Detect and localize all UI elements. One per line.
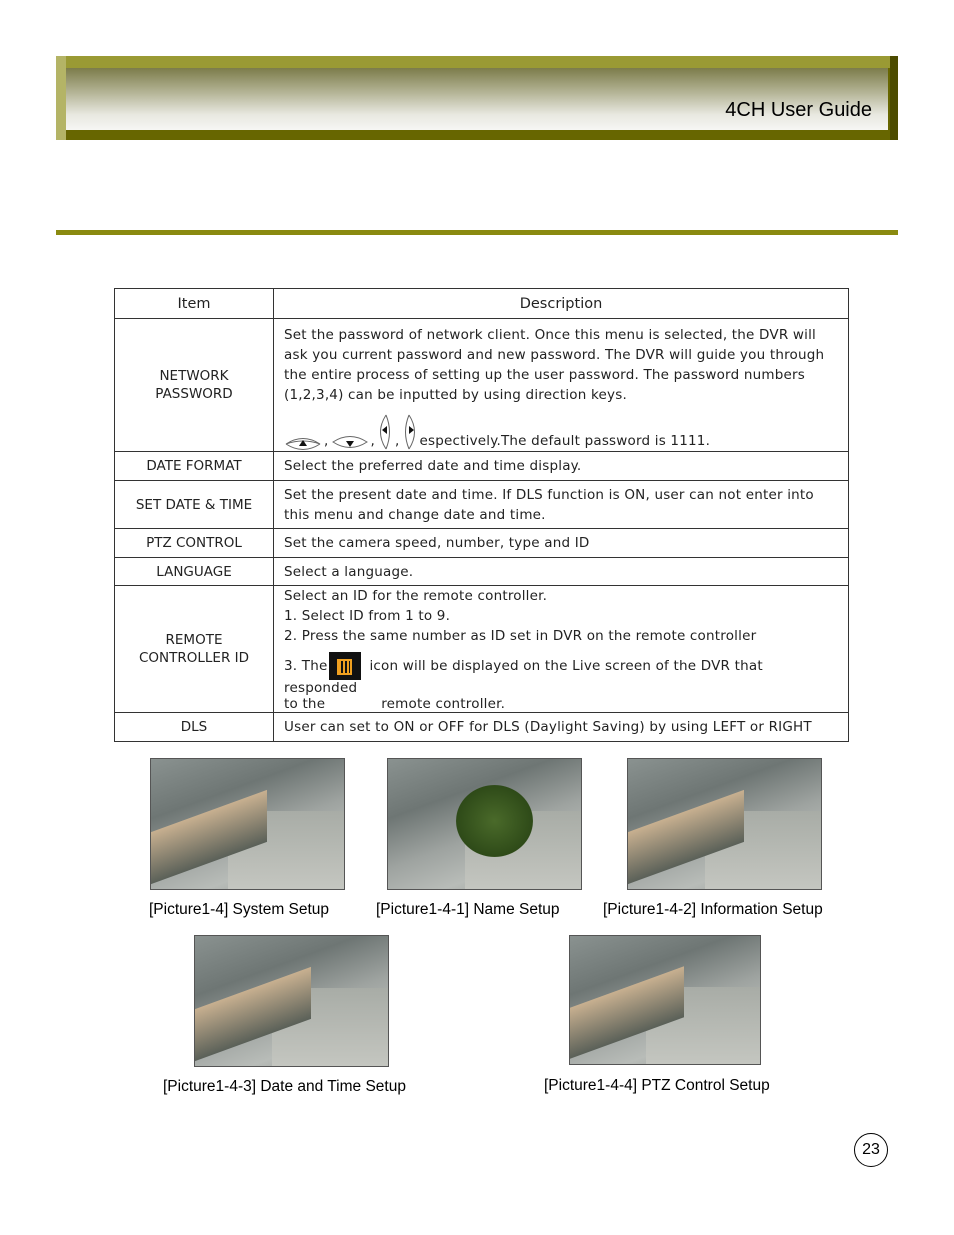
table-row: DLS User can set to ON or OFF for DLS (D… — [114, 712, 849, 742]
description-text: to the — [284, 696, 326, 712]
table-row: PTZ CONTROL Set the camera speed, number… — [114, 528, 849, 558]
table-row: REMOTE CONTROLLER ID Select an ID for the… — [114, 585, 849, 713]
item-label: DLS — [114, 712, 274, 742]
item-label: NETWORK — [159, 368, 229, 384]
column-header-description: Description — [273, 288, 849, 319]
description-text: 3. The — [284, 658, 328, 674]
figure-caption: [Picture1-4-3] Date and Time Setup — [163, 1078, 406, 1095]
item-label: CONTROLLER ID — [138, 650, 250, 666]
up-arrow-key-icon — [285, 438, 321, 450]
figure-caption: [Picture1-4-2] Information Setup — [603, 901, 823, 918]
date-time-setup-screenshot — [194, 935, 389, 1067]
description-text: Set the present date and time. If DLS fu… — [273, 480, 849, 529]
table-row: DATE FORMAT Select the preferred date an… — [114, 451, 849, 481]
header-banner: 4CH User Guide — [56, 56, 898, 140]
settings-table: Item Description NETWORK PASSWORD Set the… — [114, 288, 849, 742]
description-text: Set the password of network client. Once… — [284, 327, 825, 403]
guide-title: 4CH User Guide — [725, 99, 872, 121]
description-text: 1. Select ID from 1 to 9. — [284, 608, 451, 624]
page-number: 23 — [854, 1133, 888, 1167]
item-label: PASSWORD — [155, 386, 233, 402]
description-text: 2. Press the same number as ID set in DV… — [284, 628, 757, 644]
table-row: SET DATE & TIME Set the present date and… — [114, 480, 849, 529]
manual-page: 4CH User Guide Item Description NETWORK P… — [0, 0, 954, 1235]
information-setup-screenshot — [627, 758, 822, 890]
description-text: remote controller. — [381, 696, 506, 712]
name-setup-screenshot — [387, 758, 582, 890]
description-text: Set the camera speed, number, type and I… — [273, 528, 849, 558]
table-header-row: Item Description — [114, 288, 849, 319]
table-row: LANGUAGE Select a language. — [114, 557, 849, 586]
description-text: espectively.The default password is 1111… — [419, 433, 711, 449]
description-text: User can set to ON or OFF for DLS (Dayli… — [273, 712, 849, 742]
item-label: PTZ CONTROL — [114, 528, 274, 558]
item-label: DATE FORMAT — [114, 451, 274, 481]
item-label: REMOTE — [165, 632, 223, 648]
figure-caption: [Picture1-4-1] Name Setup — [376, 901, 560, 918]
figure-caption: [Picture1-4-4] PTZ Control Setup — [544, 1077, 770, 1094]
figure-caption: [Picture1-4] System Setup — [149, 901, 330, 918]
description-text: Select the preferred date and time displ… — [273, 451, 849, 481]
remote-controller-icon — [329, 652, 362, 680]
column-header-item: Item — [114, 288, 274, 319]
description-text: Select a language. — [273, 557, 849, 586]
section-divider — [56, 230, 898, 235]
ptz-control-setup-screenshot — [569, 935, 761, 1065]
table-row: NETWORK PASSWORD Set the password of netw… — [114, 318, 849, 452]
left-arrow-key-icon — [380, 414, 390, 450]
right-arrow-key-icon — [404, 414, 415, 450]
system-setup-screenshot — [150, 758, 345, 890]
item-label: LANGUAGE — [114, 557, 274, 586]
down-arrow-key-icon — [331, 436, 368, 448]
item-label: SET DATE & TIME — [114, 480, 274, 529]
description-text: Select an ID for the remote controller. — [284, 588, 548, 604]
